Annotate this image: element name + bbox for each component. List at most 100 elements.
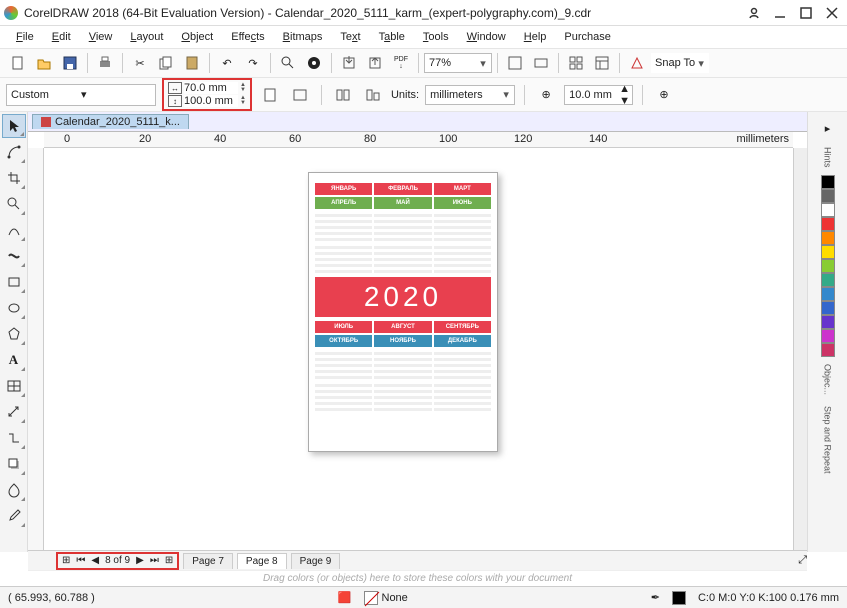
document-tab[interactable]: Calendar_2020_5111_k... bbox=[32, 114, 189, 129]
hints-panel-tab[interactable]: Hints bbox=[823, 147, 833, 168]
connector-tool[interactable] bbox=[2, 426, 26, 450]
color-swatch[interactable] bbox=[821, 343, 835, 357]
zoom-input[interactable] bbox=[429, 57, 477, 69]
canvas-area[interactable]: Calendar_2020_5111_k... 0204060801001201… bbox=[28, 112, 807, 552]
height-spinner[interactable]: ▲▼ bbox=[240, 96, 246, 106]
color-swatch[interactable] bbox=[821, 175, 835, 189]
chevron-down-icon[interactable]: ▾ bbox=[477, 57, 489, 70]
crop-tool[interactable] bbox=[2, 166, 26, 190]
page-tab[interactable]: Page 9 bbox=[291, 553, 341, 569]
pointillize-icon[interactable] bbox=[302, 51, 326, 75]
portrait-button[interactable] bbox=[258, 83, 282, 107]
nudge-input[interactable] bbox=[569, 89, 619, 101]
menu-text[interactable]: Text bbox=[332, 29, 368, 45]
menu-edit[interactable]: Edit bbox=[44, 29, 79, 45]
menu-object[interactable]: Object bbox=[173, 29, 221, 45]
save-button[interactable] bbox=[58, 51, 82, 75]
cut-button[interactable]: ✂ bbox=[128, 51, 152, 75]
color-swatch[interactable] bbox=[821, 203, 835, 217]
color-swatch[interactable] bbox=[821, 329, 835, 343]
artistic-media-tool[interactable] bbox=[2, 244, 26, 268]
snap-combo[interactable]: Snap To▾ bbox=[651, 53, 709, 73]
color-swatch[interactable] bbox=[821, 315, 835, 329]
fullscreen-button[interactable] bbox=[503, 51, 527, 75]
undo-button[interactable]: ↶ bbox=[215, 51, 239, 75]
publish-pdf-button[interactable]: PDF↓ bbox=[389, 51, 413, 75]
menu-tools[interactable]: Tools bbox=[415, 29, 457, 45]
rectangle-tool[interactable] bbox=[2, 270, 26, 294]
objects-panel-tab[interactable]: Objec... bbox=[823, 364, 833, 395]
expand-dock-icon[interactable]: ▸ bbox=[816, 116, 840, 140]
chevron-down-icon[interactable]: ▾ bbox=[500, 88, 512, 101]
document-palette-hint[interactable]: Drag colors (or objects) here to store t… bbox=[28, 570, 807, 586]
color-swatch[interactable] bbox=[821, 189, 835, 203]
proof-colors-icon[interactable]: 🟥 bbox=[338, 591, 352, 604]
color-swatch[interactable] bbox=[821, 217, 835, 231]
landscape-button[interactable] bbox=[288, 83, 312, 107]
next-page-button[interactable]: ▶ bbox=[134, 555, 146, 566]
freehand-tool[interactable] bbox=[2, 218, 26, 242]
dockers-button[interactable] bbox=[590, 51, 614, 75]
menu-window[interactable]: Window bbox=[459, 29, 514, 45]
color-swatch[interactable] bbox=[821, 301, 835, 315]
color-swatch[interactable] bbox=[821, 245, 835, 259]
vertical-scrollbar[interactable] bbox=[793, 148, 807, 552]
outline-swatch[interactable] bbox=[672, 591, 686, 605]
menu-table[interactable]: Table bbox=[371, 29, 413, 45]
close-button[interactable] bbox=[821, 4, 843, 22]
fill-swatch[interactable] bbox=[364, 591, 378, 605]
polygon-tool[interactable] bbox=[2, 322, 26, 346]
first-page-button[interactable]: ⏮ bbox=[74, 555, 87, 566]
page-tab[interactable]: Page 7 bbox=[183, 553, 233, 569]
current-page-button[interactable] bbox=[361, 83, 385, 107]
drop-shadow-tool[interactable] bbox=[2, 452, 26, 476]
width-spinner[interactable]: ▲▼ bbox=[240, 83, 246, 93]
search-button[interactable] bbox=[276, 51, 300, 75]
print-button[interactable] bbox=[93, 51, 117, 75]
page-height-input[interactable] bbox=[184, 95, 238, 107]
menu-help[interactable]: Help bbox=[516, 29, 555, 45]
account-icon[interactable] bbox=[743, 4, 765, 22]
pick-tool[interactable] bbox=[2, 114, 26, 138]
redo-button[interactable]: ↷ bbox=[241, 51, 265, 75]
copy-button[interactable] bbox=[154, 51, 178, 75]
zoom-tool[interactable] bbox=[2, 192, 26, 216]
add-page-end-button[interactable]: ⊞ bbox=[163, 555, 175, 566]
duplicate-distance-button[interactable]: ⊕ bbox=[652, 83, 676, 107]
open-button[interactable] bbox=[32, 51, 56, 75]
menu-bitmaps[interactable]: Bitmaps bbox=[275, 29, 331, 45]
color-swatch[interactable] bbox=[821, 259, 835, 273]
units-combo[interactable]: millimeters▾ bbox=[425, 85, 515, 105]
text-tool[interactable]: A bbox=[2, 348, 26, 372]
align-button[interactable] bbox=[564, 51, 588, 75]
menu-purchase[interactable]: Purchase bbox=[556, 29, 618, 45]
chevron-down-icon[interactable]: ▾ bbox=[695, 57, 707, 70]
launch-button[interactable] bbox=[625, 51, 649, 75]
ellipse-tool[interactable] bbox=[2, 296, 26, 320]
vertical-ruler[interactable] bbox=[28, 148, 44, 552]
page-preset-combo[interactable]: Custom▾ bbox=[6, 84, 156, 106]
menu-effects[interactable]: Effects bbox=[223, 29, 272, 45]
nudge-spinner[interactable]: ▲▼ bbox=[619, 83, 630, 107]
color-swatch[interactable] bbox=[821, 287, 835, 301]
color-swatch[interactable] bbox=[821, 231, 835, 245]
preview-button[interactable] bbox=[529, 51, 553, 75]
horizontal-ruler[interactable]: 020406080100120140millimeters bbox=[44, 132, 793, 148]
nudge-input-wrap[interactable]: ▲▼ bbox=[564, 85, 633, 105]
menu-layout[interactable]: Layout bbox=[122, 29, 171, 45]
table-tool[interactable] bbox=[2, 374, 26, 398]
outline-pen-icon[interactable]: ✒ bbox=[651, 591, 660, 604]
add-page-start-button[interactable]: ⊞ bbox=[60, 555, 72, 566]
dimension-tool[interactable] bbox=[2, 400, 26, 424]
transparency-tool[interactable] bbox=[2, 478, 26, 502]
menu-view[interactable]: View bbox=[81, 29, 121, 45]
page-width-input[interactable] bbox=[184, 82, 238, 94]
prev-page-button[interactable]: ◀ bbox=[89, 555, 101, 566]
all-pages-button[interactable] bbox=[331, 83, 355, 107]
page-artwork[interactable]: ЯНВАРЬФЕВРАЛЬМАРТАПРЕЛЬМАЙИЮНЬ 2020 ИЮЛЬ… bbox=[308, 172, 498, 452]
page-tab[interactable]: Page 8 bbox=[237, 553, 287, 569]
paste-button[interactable] bbox=[180, 51, 204, 75]
nav-expand-icon[interactable]: ⤢ bbox=[798, 554, 807, 567]
chevron-down-icon[interactable]: ▾ bbox=[81, 88, 151, 101]
menu-file[interactable]: File bbox=[8, 29, 42, 45]
